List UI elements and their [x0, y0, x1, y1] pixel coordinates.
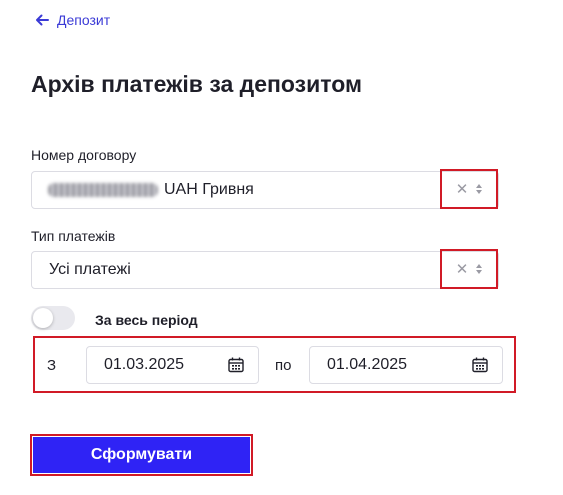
- contract-select-controls: ✕: [440, 169, 498, 209]
- calendar-icon[interactable]: [228, 357, 244, 378]
- close-icon[interactable]: ✕: [456, 182, 469, 197]
- whole-period-label: За весь період: [95, 312, 198, 328]
- arrow-left-icon: [35, 14, 49, 26]
- date-from-input[interactable]: 01.03.2025: [86, 346, 259, 384]
- payment-type-label: Тип платежів: [31, 228, 116, 244]
- date-to-value: 01.04.2025: [327, 356, 408, 373]
- date-to-input[interactable]: 01.04.2025: [309, 346, 503, 384]
- contract-select[interactable]: UAH Гривня ✕: [31, 169, 499, 209]
- payment-type-select-value: Усі платежі: [49, 261, 131, 278]
- sort-arrows-icon[interactable]: [476, 264, 483, 274]
- submit-button-frame: Сформувати: [30, 434, 253, 476]
- date-range: З 01.03.2025 по 01.04.2025: [33, 336, 516, 393]
- date-from-label: З: [47, 357, 57, 374]
- sort-arrows-icon[interactable]: [476, 184, 483, 194]
- payment-type-select[interactable]: Усі платежі ✕: [31, 249, 499, 289]
- masked-account-number: [48, 183, 158, 197]
- contract-label: Номер договору: [31, 147, 137, 163]
- payment-type-select-controls: ✕: [440, 249, 498, 289]
- contract-select-value: UAH Гривня: [164, 181, 254, 198]
- date-to-label: по: [275, 357, 292, 374]
- back-link[interactable]: Депозит: [35, 12, 110, 28]
- page-title: Архів платежів за депозитом: [31, 71, 362, 97]
- generate-button[interactable]: Сформувати: [33, 437, 250, 473]
- date-from-value: 01.03.2025: [104, 356, 185, 373]
- close-icon[interactable]: ✕: [456, 262, 469, 277]
- back-link-label: Депозит: [57, 12, 111, 28]
- calendar-icon[interactable]: [472, 357, 488, 378]
- whole-period-toggle[interactable]: [31, 306, 75, 330]
- toggle-knob: [33, 308, 53, 328]
